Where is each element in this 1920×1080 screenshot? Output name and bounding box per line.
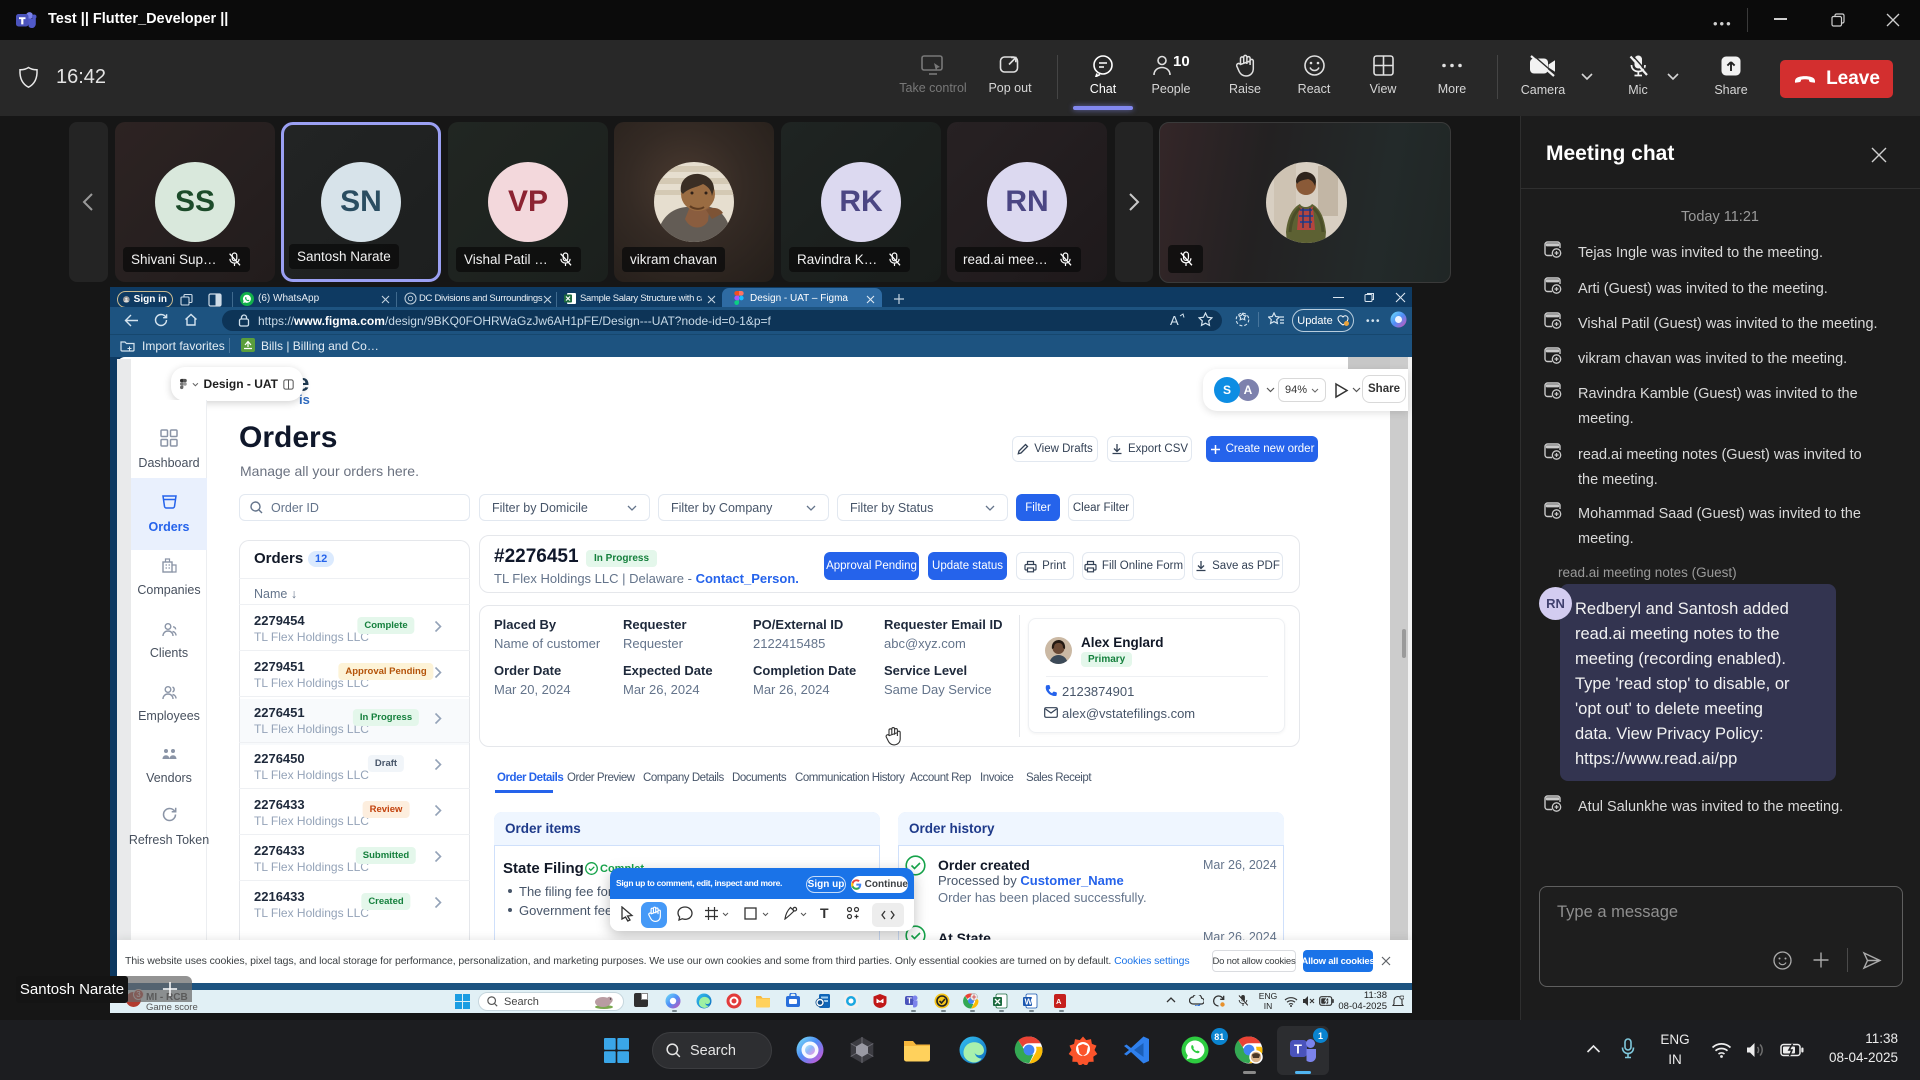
- svg-text:T: T: [1294, 1042, 1302, 1057]
- svg-text:1: 1: [1318, 1031, 1323, 1041]
- svg-text:T: T: [907, 997, 912, 1006]
- svg-text:A: A: [1056, 997, 1062, 1006]
- svg-text:10: 10: [1173, 54, 1190, 70]
- svg-text:A: A: [1170, 313, 1179, 327]
- svg-text:81: 81: [1214, 1032, 1224, 1042]
- svg-text:W: W: [1025, 997, 1034, 1007]
